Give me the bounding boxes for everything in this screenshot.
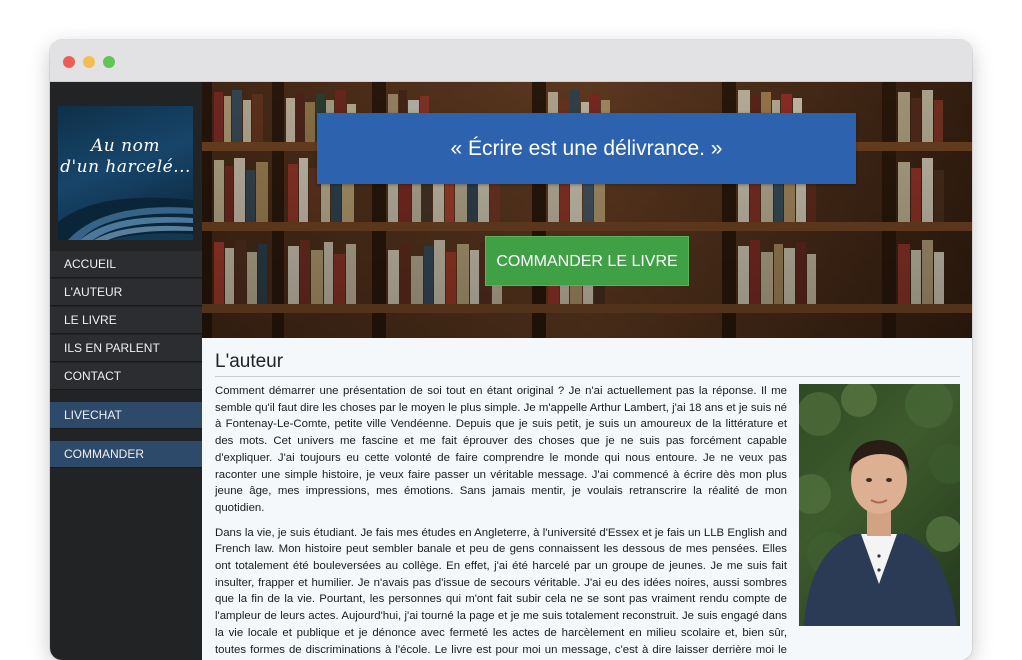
hero-banner: « Écrire est une délivrance. » COMMANDER… [202, 82, 972, 338]
nav-item-accueil[interactable]: ACCUEIL [50, 251, 202, 278]
logo-wordmark: Au nom d'un harcelé... [60, 136, 191, 177]
hero-quote: « Écrire est une délivrance. » [317, 113, 856, 184]
article-paragraph: Dans la vie, je suis étudiant. Je fais m… [215, 526, 787, 656]
site-logo[interactable]: Au nom d'un harcelé... [58, 106, 193, 240]
title-bar [50, 40, 972, 82]
nav-item-ils-en-parlent[interactable]: ILS EN PARLENT [50, 335, 202, 362]
nav-item-contact[interactable]: CONTACT [50, 363, 202, 390]
author-photo [799, 384, 960, 626]
author-section: L'auteur Comment démarrer une présentati… [202, 338, 972, 660]
nav-item-auteur[interactable]: L'AUTEUR [50, 279, 202, 306]
main-area: « Écrire est une délivrance. » COMMANDER… [202, 82, 972, 660]
close-window-button[interactable] [63, 56, 75, 68]
author-portrait-icon [799, 384, 960, 626]
sidebar: Au nom d'un harcelé... ACCUEIL L'AUTEUR … [50, 82, 202, 660]
main-nav: ACCUEIL L'AUTEUR LE LIVRE ILS EN PARLENT… [50, 251, 202, 468]
browser-window: Au nom d'un harcelé... ACCUEIL L'AUTEUR … [50, 40, 972, 660]
nav-item-livechat[interactable]: LIVECHAT [50, 402, 202, 429]
maximize-window-button[interactable] [103, 56, 115, 68]
book-illustration-icon [58, 197, 193, 240]
nav-item-commander[interactable]: COMMANDER [50, 441, 202, 468]
section-title: L'auteur [215, 351, 960, 377]
page-content: Au nom d'un harcelé... ACCUEIL L'AUTEUR … [50, 82, 972, 660]
article-text: Comment démarrer une présentation de soi… [215, 383, 799, 660]
nav-item-livre[interactable]: LE LIVRE [50, 307, 202, 334]
order-book-button[interactable]: COMMANDER LE LIVRE [485, 236, 689, 286]
minimize-window-button[interactable] [83, 56, 95, 68]
article-body: Comment démarrer une présentation de soi… [215, 383, 960, 660]
article-paragraph: Comment démarrer une présentation de soi… [215, 385, 787, 514]
